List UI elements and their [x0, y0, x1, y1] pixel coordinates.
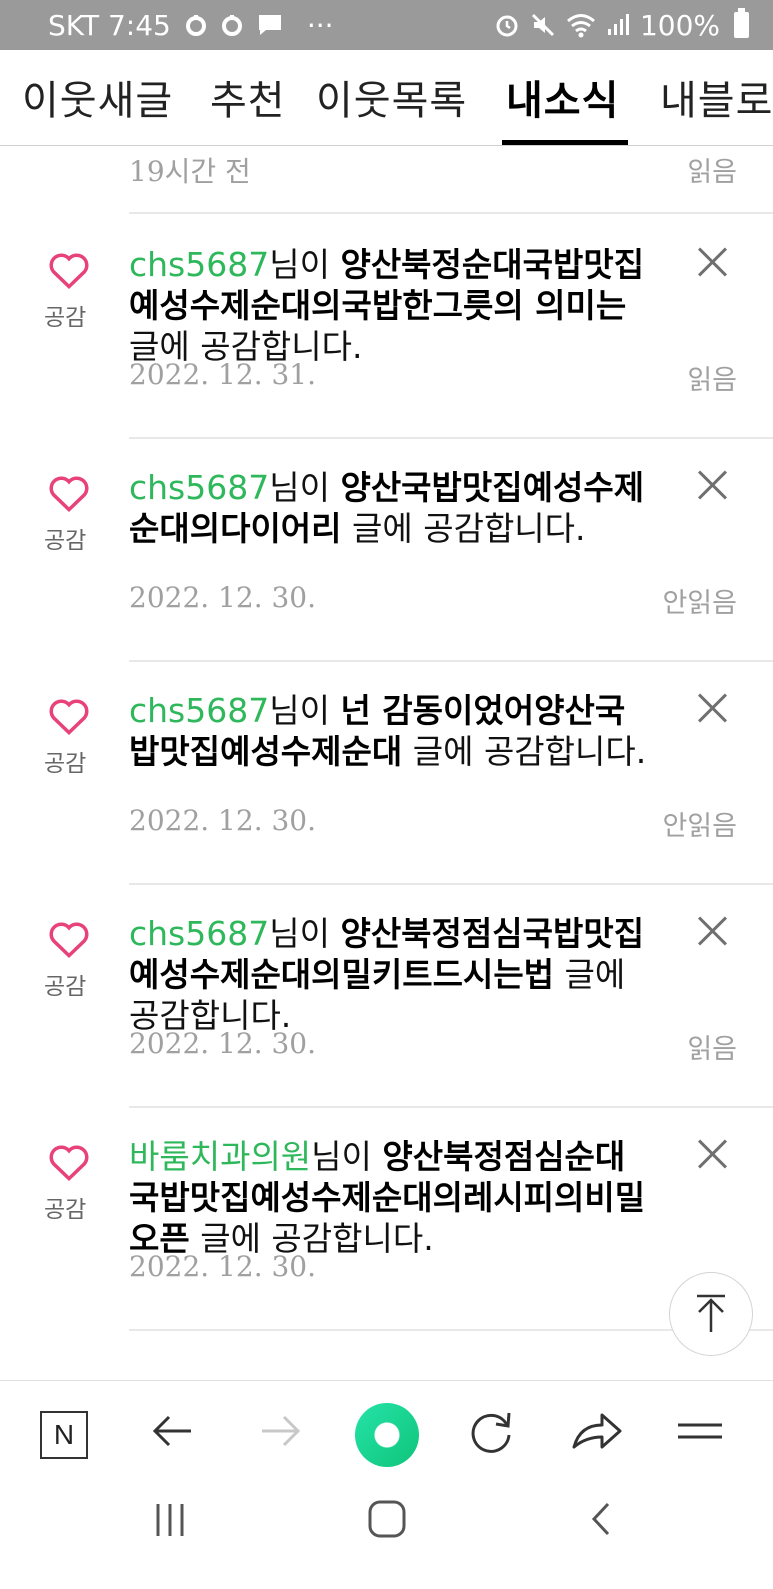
tab-neighbor-list[interactable]: 이웃목록	[316, 68, 467, 126]
item-date: 19시간 전	[129, 155, 251, 188]
like-label: 공감	[44, 528, 87, 554]
heart-icon	[49, 476, 89, 513]
user-name[interactable]: chs5687	[129, 245, 269, 284]
more-dots: ···	[306, 8, 334, 42]
mute-icon	[531, 13, 554, 37]
tab-neighbor-new-posts[interactable]: 이웃새글	[22, 68, 173, 126]
tab-bar: 이웃새글 추천 이웃목록 내소식 내블로그	[0, 50, 773, 146]
back-icon[interactable]	[586, 1498, 616, 1540]
status-bar: SKT 7:45 ··· 100%	[0, 0, 773, 50]
list-item[interactable]: 공감 chs5687님이 넌 감동이었어양산국밥맛집예성수제순대 글에 공감합니…	[0, 660, 773, 885]
naver-home-icon[interactable]: N	[40, 1411, 88, 1459]
user-suffix: 님이	[269, 914, 341, 953]
read-status: 읽음	[687, 157, 737, 188]
close-icon[interactable]	[697, 692, 729, 724]
item-date: 2022. 12. 30.	[129, 581, 317, 614]
scroll-to-top-button[interactable]	[669, 1272, 753, 1356]
user-name[interactable]: 바룸치과의원	[129, 1137, 311, 1176]
tab-recommend[interactable]: 추천	[210, 68, 286, 126]
read-status: 읽음	[687, 1034, 737, 1065]
user-name[interactable]: chs5687	[129, 468, 269, 507]
battery-percent: 100%	[639, 8, 720, 42]
message-suffix: 글에 공감합니다.	[402, 732, 647, 771]
heart-icon	[49, 699, 89, 736]
list-item[interactable]: 공감 chs5687님이 양산북정점심국밥맛집예성수제순대의밀키트드시는법 글에…	[0, 883, 773, 1108]
forward-arrow-icon[interactable]	[252, 1403, 308, 1459]
carrier-time: SKT 7:45	[48, 8, 171, 42]
heart-icon	[49, 1145, 89, 1182]
recent-apps-icon[interactable]	[150, 1500, 190, 1540]
wifi-icon	[566, 14, 595, 38]
menu-icon[interactable]	[672, 1403, 728, 1459]
list-item[interactable]: 공감 바룸치과의원님이 양산북정점심순대국밥맛집예성수제순대의레시피의비밀오픈 …	[0, 1106, 773, 1331]
read-status: 안읽음	[662, 811, 737, 842]
user-name[interactable]: chs5687	[129, 691, 269, 730]
home-icon[interactable]	[366, 1498, 408, 1540]
system-nav-bar	[0, 1480, 773, 1589]
item-date: 2022. 12. 30.	[129, 1250, 317, 1283]
battery-icon	[734, 8, 749, 38]
notification-dot-icon	[185, 15, 206, 36]
close-icon[interactable]	[697, 915, 729, 947]
read-status: 읽음	[687, 365, 737, 396]
like-label: 공감	[44, 974, 87, 1000]
list-item[interactable]: 공감 chs5687님이 양산북정순대국밥맛집예성수제순대의국밥한그릇의 의미는…	[0, 214, 773, 439]
tab-my-blog[interactable]: 내블로그	[660, 68, 773, 126]
signal-icon	[607, 14, 629, 35]
user-suffix: 님이	[269, 468, 341, 507]
like-label: 공감	[44, 751, 87, 777]
like-label: 공감	[44, 1197, 87, 1223]
item-date: 2022. 12. 31.	[129, 358, 317, 391]
close-icon[interactable]	[697, 469, 729, 501]
notification-dot-icon	[221, 15, 242, 36]
alarm-icon	[496, 15, 518, 37]
share-icon[interactable]	[568, 1403, 624, 1459]
item-date: 2022. 12. 30.	[129, 804, 317, 837]
heart-icon	[49, 922, 89, 959]
notification-message: chs5687님이 양산북정순대국밥맛집예성수제순대의국밥한그릇의 의미는 글에…	[129, 244, 649, 367]
back-arrow-icon[interactable]	[145, 1403, 201, 1459]
notification-message: 바룸치과의원님이 양산북정점심순대국밥맛집예성수제순대의레시피의비밀오픈 글에 …	[129, 1136, 649, 1259]
list-item[interactable]: 19시간 전 읽음	[0, 146, 773, 216]
read-status: 안읽음	[662, 588, 737, 619]
message-icon	[258, 15, 281, 35]
notification-message: chs5687님이 양산북정점심국밥맛집예성수제순대의밀키트드시는법 글에 공감…	[129, 913, 649, 1036]
close-icon[interactable]	[697, 1138, 729, 1170]
notification-list[interactable]: 19시간 전 읽음 공감 chs5687님이 양산북정순대국밥맛집예성수제순대의…	[0, 146, 773, 1382]
notification-message: chs5687님이 양산국밥맛집예성수제순대의다이어리 글에 공감합니다.	[129, 467, 649, 549]
tab-my-news[interactable]: 내소식	[506, 68, 619, 126]
like-label: 공감	[44, 305, 87, 331]
user-suffix: 님이	[269, 691, 341, 730]
browser-toolbar: N	[0, 1380, 773, 1480]
refresh-icon[interactable]	[463, 1403, 519, 1459]
list-item[interactable]: 공감 chs5687님이 양산국밥맛집예성수제순대의다이어리 글에 공감합니다.…	[0, 437, 773, 662]
user-suffix: 님이	[311, 1137, 383, 1176]
user-suffix: 님이	[269, 245, 341, 284]
item-date: 2022. 12. 30.	[129, 1027, 317, 1060]
heart-icon	[49, 253, 89, 290]
user-name[interactable]: chs5687	[129, 914, 269, 953]
close-icon[interactable]	[697, 246, 729, 278]
message-suffix: 글에 공감합니다.	[341, 509, 586, 548]
notification-message: chs5687님이 넌 감동이었어양산국밥맛집예성수제순대 글에 공감합니다.	[129, 690, 649, 772]
green-dot-icon[interactable]	[355, 1403, 419, 1467]
active-tab-indicator	[502, 140, 628, 145]
arrow-up-icon	[697, 1294, 725, 1332]
